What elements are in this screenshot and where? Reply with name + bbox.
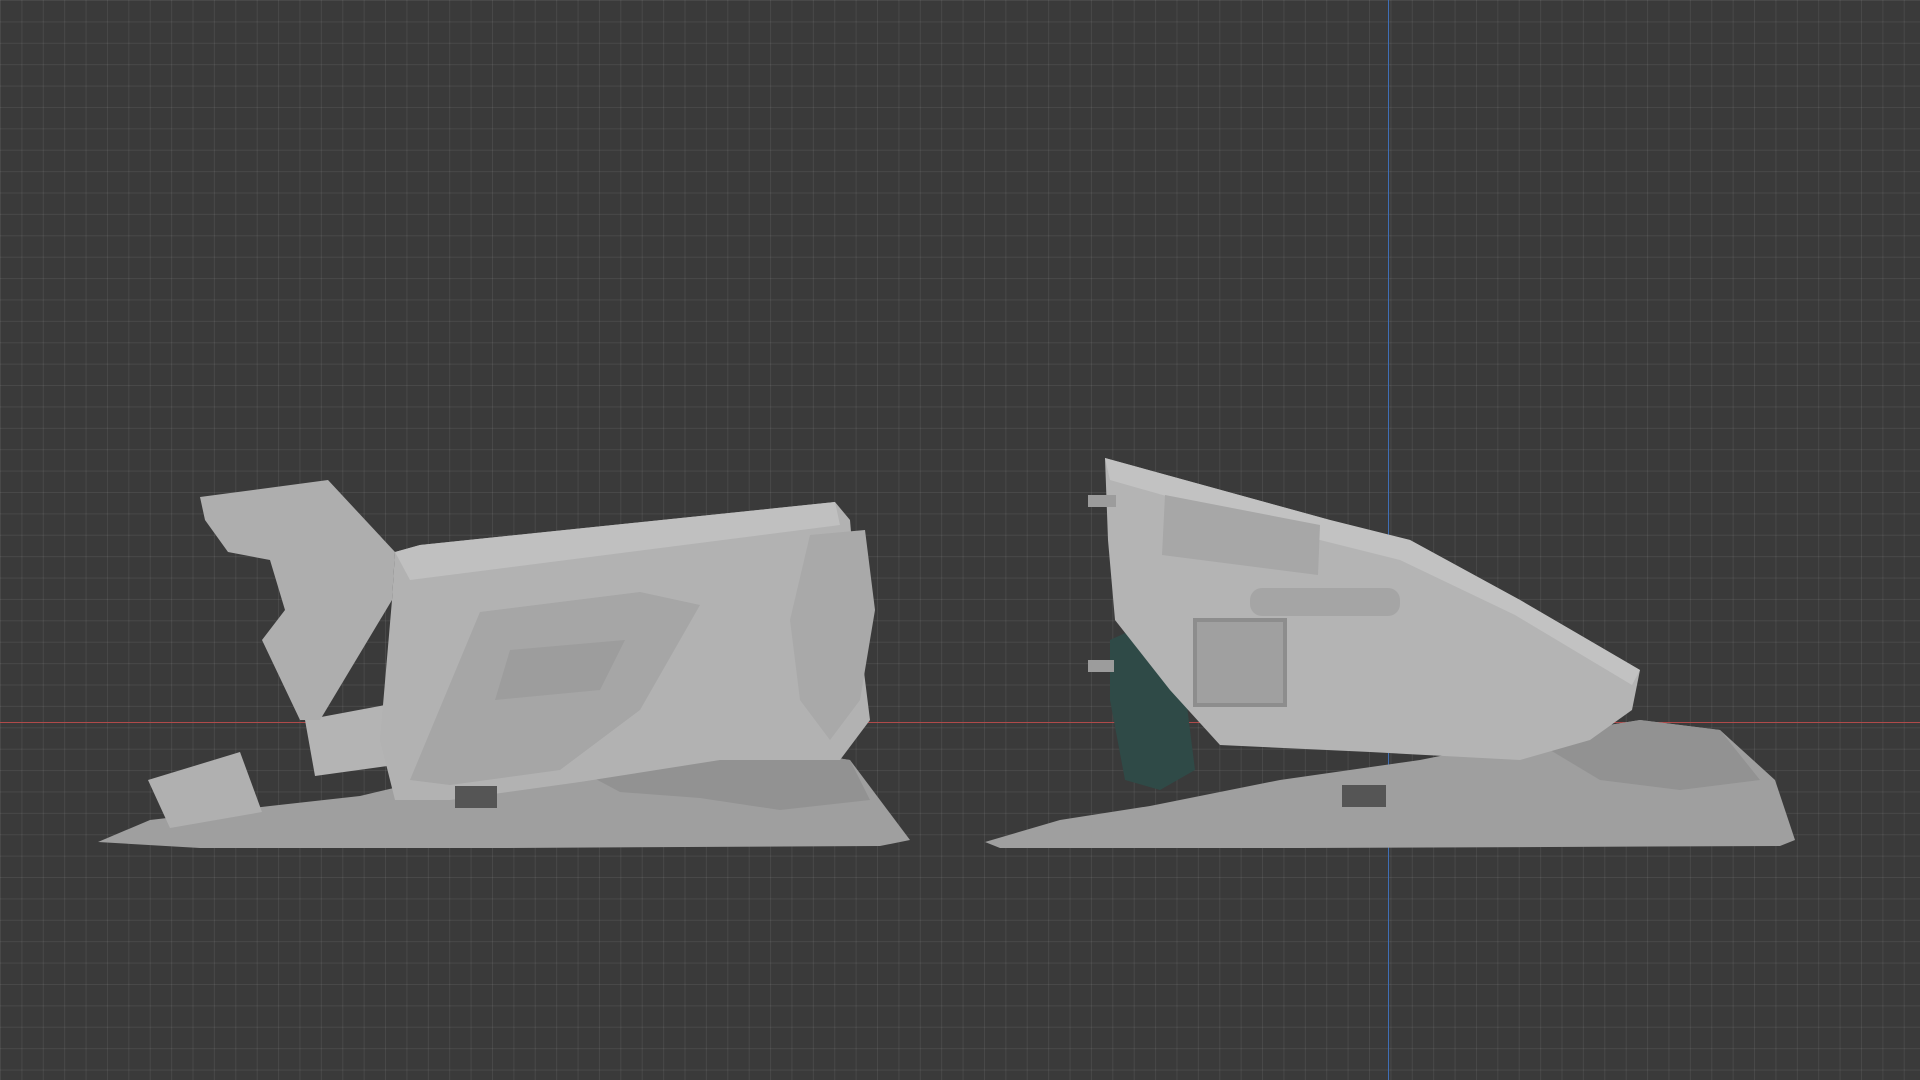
- hatch-bottom-right: [1342, 785, 1386, 807]
- barrel-lower-right: [1088, 660, 1114, 672]
- barrel-left-right: [1088, 495, 1116, 507]
- vent-slot-right: [1250, 588, 1400, 616]
- wreck-model-right[interactable]: [0, 0, 1920, 1080]
- 3d-viewport[interactable]: [0, 0, 1920, 1080]
- hatch-door-right: [1193, 618, 1287, 707]
